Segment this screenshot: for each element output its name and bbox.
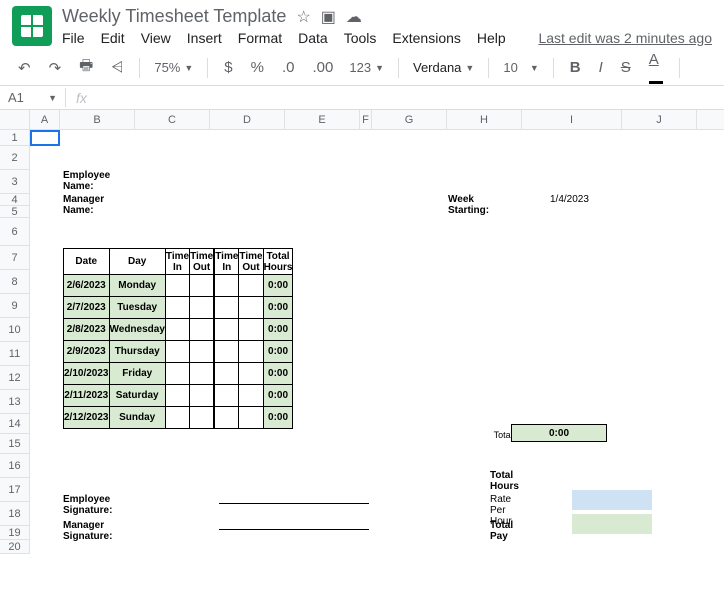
table-row: 2/10/2023Friday0:00 [64,363,293,385]
row-header[interactable]: 7 [0,246,30,269]
decrease-decimal-icon[interactable]: .0 [276,55,301,80]
row-header[interactable]: 14 [0,414,30,433]
menu-format[interactable]: Format [238,30,282,46]
rate-per-hour-cell[interactable] [572,490,652,510]
row-header[interactable]: 15 [0,434,30,453]
th-total-hours: Total Hours [263,249,293,275]
strikethrough-icon[interactable]: S [615,55,637,80]
row-header[interactable]: 10 [0,318,30,341]
row-header[interactable]: 11 [0,342,30,365]
percent-icon[interactable]: % [245,55,270,80]
col-header-f[interactable]: F [360,110,372,129]
col-header-b[interactable]: B [60,110,135,129]
th-time-in: Time In [165,249,189,275]
select-all-corner[interactable] [0,110,30,129]
last-edit-link[interactable]: Last edit was 2 minutes ago [538,30,712,46]
menu-tools[interactable]: Tools [344,30,377,46]
col-header-c[interactable]: C [135,110,210,129]
summary-total-pay-label: Total Pay [490,520,513,542]
summary-total-hours-label: Total Hours [490,470,519,492]
increase-decimal-icon[interactable]: .00 [307,55,340,80]
col-header-e[interactable]: E [285,110,360,129]
col-header-j[interactable]: J [622,110,697,129]
employee-signature-line[interactable] [219,490,369,504]
bold-icon[interactable]: B [564,55,587,80]
redo-icon[interactable]: ↷ [43,55,68,81]
paint-format-icon[interactable]: ⩤ [105,55,129,80]
manager-signature-label: Manager Signature: [63,520,112,542]
employee-signature-label: Employee Signature: [63,494,112,516]
th-time-out2: Time Out [239,249,263,275]
th-time-in2: Time In [215,249,239,275]
name-box[interactable]: A1▼ [0,88,66,107]
table-row: 2/7/2023Tuesday0:00 [64,297,293,319]
cloud-icon[interactable]: ☁ [346,7,362,27]
table-row: 2/6/2023Monday0:00 [64,275,293,297]
row-header[interactable]: 13 [0,390,30,413]
th-time-out: Time Out [190,249,214,275]
week-starting-value[interactable]: 1/4/2023 [550,194,589,205]
employee-name-label: Employee Name: [63,170,110,192]
manager-signature-line[interactable] [219,516,369,530]
zoom-dropdown[interactable]: 75%▼ [150,58,197,77]
move-icon[interactable]: ▣ [321,7,336,27]
row-header[interactable]: 9 [0,294,30,317]
print-icon[interactable]: 🖶 [73,51,99,84]
table-row: 2/8/2023Wednesday0:00 [64,319,293,341]
cell-selection [30,130,60,146]
row-header[interactable]: 20 [0,540,30,553]
text-color-icon[interactable]: A [643,47,669,89]
row-header[interactable]: 3 [0,170,30,193]
menu-data[interactable]: Data [298,30,328,46]
doc-title[interactable]: Weekly Timesheet Template [62,6,286,27]
col-header-g[interactable]: G [372,110,447,129]
row-header[interactable]: 18 [0,502,30,525]
font-size-dropdown[interactable]: 10▼ [499,58,542,77]
row-header[interactable]: 17 [0,478,30,501]
menu-edit[interactable]: Edit [101,30,125,46]
col-header-i[interactable]: I [522,110,622,129]
more-formats-dropdown[interactable]: 123▼ [345,58,388,77]
row-header[interactable]: 5 [0,206,30,217]
total-pay-cell[interactable] [572,514,652,534]
star-icon[interactable]: ☆ [296,7,310,27]
row-header[interactable]: 8 [0,270,30,293]
menu-insert[interactable]: Insert [187,30,222,46]
row-header[interactable]: 19 [0,526,30,539]
undo-icon[interactable]: ↶ [12,55,37,81]
timesheet-table: Date Day Time In Time Out Time In Time O… [63,248,293,429]
currency-icon[interactable]: $ [218,55,238,80]
sheets-logo[interactable] [12,6,52,46]
th-day: Day [109,249,165,275]
fx-label: fx [66,90,97,106]
week-starting-label: Week Starting: [448,194,489,216]
manager-name-label: Manager Name: [63,194,104,216]
menu-view[interactable]: View [141,30,171,46]
table-row: 2/11/2023Saturday0:00 [64,385,293,407]
menu-file[interactable]: File [62,30,85,46]
row-header[interactable]: 16 [0,454,30,477]
row-header[interactable]: 12 [0,366,30,389]
menu-extensions[interactable]: Extensions [392,30,460,46]
italic-icon[interactable]: I [593,55,609,80]
row-header[interactable]: 6 [0,218,30,245]
total-hours-week-value[interactable]: 0:00 [511,424,607,442]
font-dropdown[interactable]: Verdana▼ [409,58,478,77]
col-header-h[interactable]: H [447,110,522,129]
row-header[interactable]: 4 [0,194,30,205]
col-header-a[interactable]: A [30,110,60,129]
row-header[interactable]: 2 [0,146,30,169]
col-header-d[interactable]: D [210,110,285,129]
menu-help[interactable]: Help [477,30,506,46]
row-header[interactable]: 1 [0,130,30,145]
toolbar: ↶ ↷ 🖶 ⩤ 75%▼ $ % .0 .00 123▼ Verdana▼ 10… [0,50,724,86]
table-row: 2/12/2023Sunday0:00 [64,407,293,429]
th-date: Date [64,249,110,275]
table-row: 2/9/2023Thursday0:00 [64,341,293,363]
